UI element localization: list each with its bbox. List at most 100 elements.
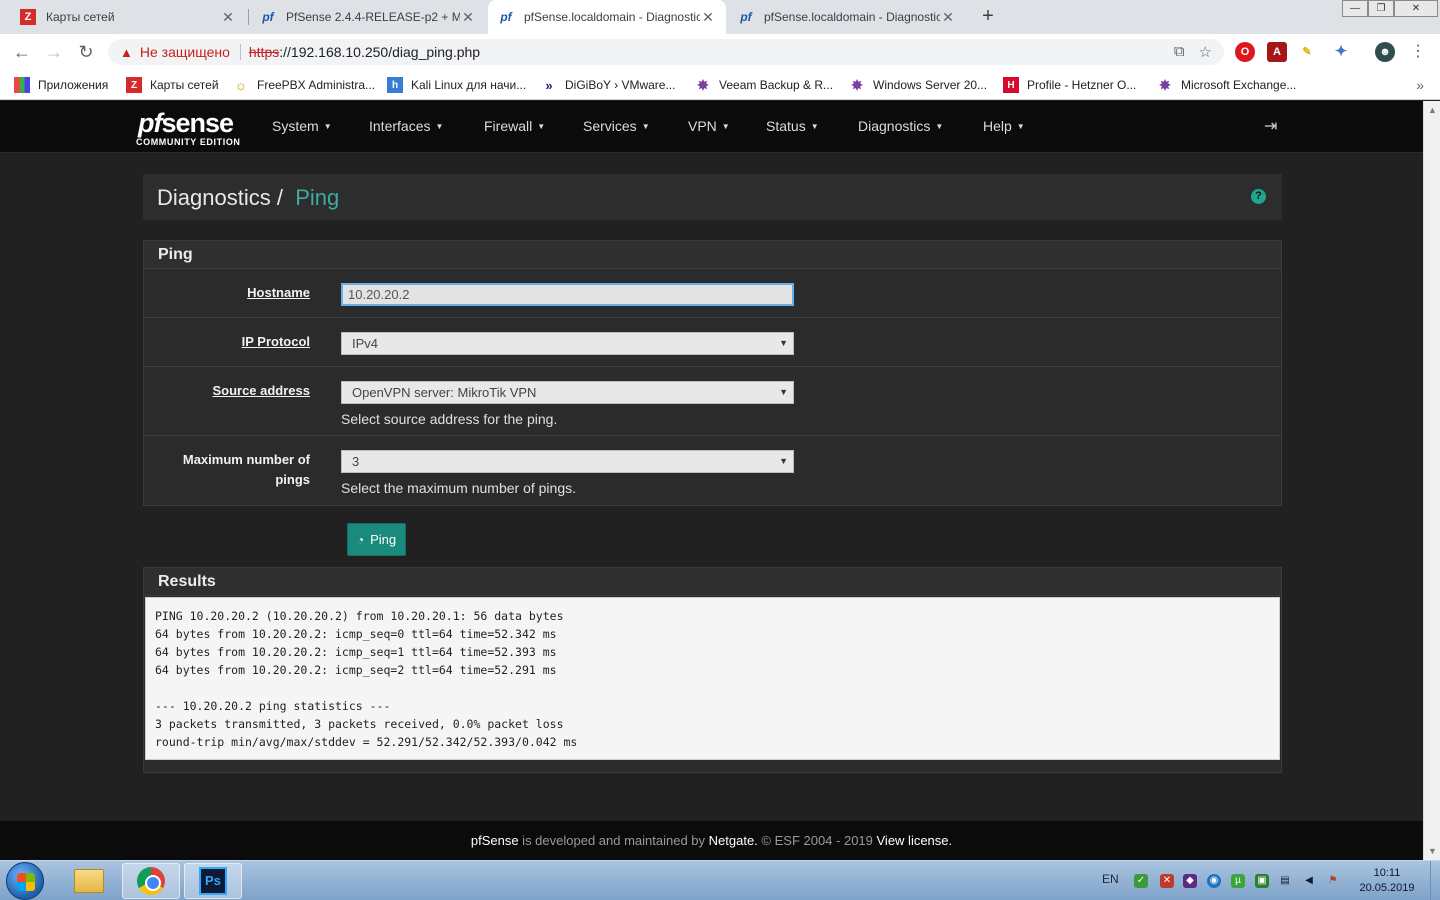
footer-copyright: © ESF 2004 - 2019 (757, 833, 877, 848)
star-icon: ✸ (1159, 76, 1171, 93)
h-icon: h (387, 77, 403, 93)
back-arrow-icon[interactable]: ← (10, 40, 34, 64)
translate-icon[interactable]: ⧉ (1174, 43, 1185, 61)
bookmark-kali[interactable]: h Kali Linux для начи... (387, 76, 526, 94)
menu-vpn[interactable]: VPN ▼ (688, 118, 730, 134)
scroll-up-icon[interactable]: ▲ (1428, 105, 1437, 115)
bookmark-veeam[interactable]: ✸ Veeam Backup & R... (695, 76, 833, 94)
taskbar-photoshop[interactable]: Ps (184, 863, 242, 899)
close-tab-icon[interactable]: ✕ (940, 9, 956, 26)
new-tab-button[interactable]: + (976, 4, 1000, 28)
tray-vs-icon[interactable]: ◆ (1183, 874, 1197, 888)
language-indicator[interactable]: EN (1102, 872, 1119, 886)
close-window-button[interactable]: ✕ (1394, 0, 1438, 17)
profile-avatar[interactable]: ☻ (1375, 42, 1395, 62)
tray-volume-icon[interactable]: ◀ (1302, 874, 1316, 888)
tray-security-icon[interactable]: ✓ (1134, 874, 1148, 888)
url-path: ://192.168.10.250/diag_ping.php (279, 44, 481, 60)
menu-diagnostics[interactable]: Diagnostics ▼ (858, 118, 943, 134)
close-tab-icon[interactable]: ✕ (700, 9, 716, 26)
close-tab-icon[interactable]: ✕ (220, 9, 236, 26)
tab-pfsense-mikrotik[interactable]: pf PfSense 2.4.4-RELEASE-p2 + Mikr ✕ (250, 0, 486, 34)
source-address-value: OpenVPN server: MikroTik VPN (352, 385, 537, 400)
bookmark-label: Приложения (38, 78, 109, 92)
tray-flag-icon[interactable]: ⚑ (1326, 874, 1340, 888)
tray-tool-icon[interactable]: ✕ (1160, 874, 1174, 888)
menu-label: Interfaces (369, 118, 431, 134)
not-secure-label[interactable]: Не защищено (140, 44, 230, 60)
tray-utorrent-icon[interactable]: µ (1231, 874, 1245, 888)
bookmarks-overflow-button[interactable]: » (1416, 77, 1424, 93)
clock-date: 20.05.2019 (1359, 882, 1415, 894)
kebab-menu-icon[interactable]: ⋮ (1406, 40, 1430, 64)
bookmark-label: DiGiBoY › VMware... (565, 78, 676, 92)
menu-label: Diagnostics (858, 118, 931, 134)
address-bar[interactable]: ▲ Не защищено https ://192.168.10.250/di… (108, 39, 1224, 65)
hostname-input[interactable]: 10.20.20.2 (341, 283, 794, 306)
page-scrollbar[interactable]: ▲ ▼ (1423, 101, 1440, 860)
help-question-icon[interactable]: ? (1251, 189, 1266, 204)
bookmark-network-maps[interactable]: Z Карты сетей (126, 76, 219, 94)
bookmark-digiboy[interactable]: » DiGiBoY › VMware... (541, 76, 675, 94)
dropdown-arrow-icon: ▼ (779, 338, 788, 348)
bookmark-label: Veeam Backup & R... (719, 78, 834, 92)
warning-triangle-icon: ▲ (120, 44, 133, 60)
forward-arrow-icon[interactable]: → (42, 40, 66, 64)
menu-interfaces[interactable]: Interfaces ▼ (369, 118, 443, 134)
bookmark-star-icon[interactable]: ☆ (1199, 43, 1212, 61)
pen-extension-icon[interactable]: ✎ (1297, 42, 1317, 62)
tab-network-maps[interactable]: Z Карты сетей ✕ (10, 0, 246, 34)
menu-services[interactable]: Services ▼ (583, 118, 650, 134)
opera-extension-icon[interactable]: O (1235, 42, 1255, 62)
hostname-row: Hostname 10.20.20.2 (144, 269, 1281, 318)
logo-wordmark: pfsense (138, 108, 234, 139)
ip-protocol-row: IP Protocol IPv4 ▼ (144, 318, 1281, 367)
maximize-button[interactable]: ❐ (1368, 0, 1394, 17)
photoshop-icon: Ps (199, 867, 227, 895)
taskbar-chrome[interactable] (122, 863, 180, 899)
show-desktop-button[interactable] (1430, 861, 1440, 900)
menu-firewall[interactable]: Firewall ▼ (484, 118, 545, 134)
tray-network-app-icon[interactable]: ◉ (1207, 874, 1221, 888)
vpn-extension-icon[interactable]: ✦ (1331, 42, 1351, 62)
footer-netgate-link[interactable]: Netgate. (709, 833, 758, 848)
breadcrumb-section[interactable]: Diagnostics (157, 185, 271, 210)
hetzner-icon: H (1003, 77, 1019, 93)
ip-protocol-select[interactable]: IPv4 ▼ (341, 332, 794, 355)
menu-status[interactable]: Status ▼ (766, 118, 819, 134)
clock-time: 10:11 (1373, 867, 1401, 879)
taskbar-explorer[interactable] (60, 863, 118, 899)
bookmark-windows-server[interactable]: ✸ Windows Server 20... (849, 76, 987, 94)
ping-button[interactable]: ◔ Ping (347, 523, 406, 556)
tab-diagnostics-active[interactable]: pf pfSense.localdomain - Diagnostic ✕ (488, 0, 726, 34)
browser-toolbar: ← → ↻ ▲ Не защищено https ://192.168.10.… (0, 34, 1440, 70)
reload-icon[interactable]: ↻ (74, 40, 98, 64)
source-address-label: Source address (212, 383, 310, 398)
pfsense-logo[interactable]: pfsense COMMUNITY EDITION (136, 108, 246, 148)
tab-diagnostics[interactable]: pf pfSense.localdomain - Diagnostic ✕ (728, 0, 966, 34)
tray-network-icon[interactable]: ▤ (1278, 874, 1292, 888)
tab-title: pfSense.localdomain - Diagnostic (524, 10, 700, 24)
bookmark-hetzner[interactable]: H Profile - Hetzner O... (1003, 76, 1136, 94)
tray-app-icon[interactable]: ▣ (1255, 874, 1269, 888)
minimize-button[interactable]: — (1342, 0, 1368, 17)
start-button[interactable] (6, 862, 44, 900)
menu-help[interactable]: Help ▼ (983, 118, 1025, 134)
bookmark-apps[interactable]: Приложения (14, 76, 108, 94)
caret-down-icon: ▼ (641, 122, 650, 131)
menu-system[interactable]: System ▼ (272, 118, 332, 134)
pdf-extension-icon[interactable]: A (1267, 42, 1287, 62)
close-tab-icon[interactable]: ✕ (460, 9, 476, 26)
breadcrumb-current[interactable]: Ping (295, 185, 339, 210)
max-pings-label: Maximum number of pings (183, 450, 310, 490)
bookmark-freepbx[interactable]: ☼ FreePBX Administra... (233, 76, 375, 94)
scroll-down-icon[interactable]: ▼ (1428, 846, 1437, 856)
bookmark-label: FreePBX Administra... (257, 78, 376, 92)
system-clock[interactable]: 10:11 20.05.2019 (1352, 866, 1422, 896)
bookmark-exchange[interactable]: ✸ Microsoft Exchange... (1157, 76, 1296, 94)
source-address-select[interactable]: OpenVPN server: MikroTik VPN ▼ (341, 381, 794, 404)
footer-license-link[interactable]: View license. (877, 833, 953, 848)
logout-icon[interactable]: ⇥ (1264, 116, 1277, 136)
browser-tab-strip: Z Карты сетей ✕ pf PfSense 2.4.4-RELEASE… (0, 0, 1440, 34)
max-pings-select[interactable]: 3 ▼ (341, 450, 794, 473)
